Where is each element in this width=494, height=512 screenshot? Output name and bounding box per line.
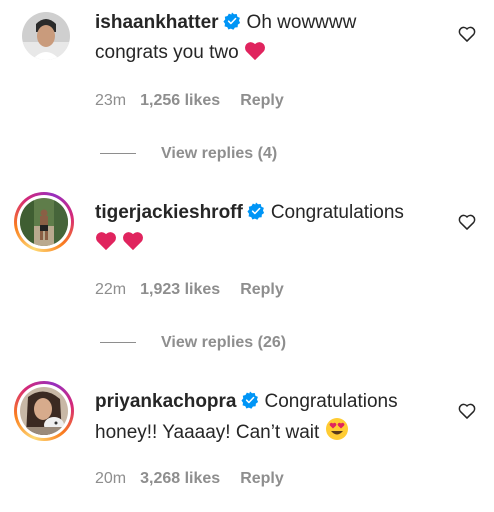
username[interactable]: tigerjackieshroff <box>95 202 243 223</box>
view-replies-button[interactable]: View replies (26) <box>100 334 286 352</box>
comment-text: ishaankhatter Oh wowwww <box>95 8 356 38</box>
likes-count[interactable]: 1,256 likes <box>140 92 220 110</box>
avatar <box>20 198 68 246</box>
comment-text: tigerjackieshroff Congratulations <box>95 198 404 228</box>
divider <box>100 153 136 155</box>
reply-button[interactable]: Reply <box>240 470 284 488</box>
heart-emoji-icon <box>96 232 116 251</box>
reply-button[interactable]: Reply <box>240 281 284 299</box>
comment-text: priyankachopra Congratulations <box>95 387 398 417</box>
verified-badge-icon <box>222 12 240 30</box>
timestamp: 22m <box>95 281 127 298</box>
comment-body: Congratulations <box>264 391 398 412</box>
avatar-ring-gap <box>17 384 71 438</box>
heart-eyes-emoji-icon <box>325 418 348 440</box>
comment-meta: 22m 1,923 likes Reply <box>95 281 284 299</box>
avatar <box>20 387 68 435</box>
avatar-story-ring[interactable] <box>14 192 74 252</box>
timestamp: 23m <box>95 92 127 109</box>
comment-body: Congratulations <box>270 202 404 223</box>
avatar-ring-gap <box>17 195 71 249</box>
avatar[interactable] <box>22 12 70 60</box>
comment-text-line2: honey!! Yaaaay! Can’t wait <box>95 417 349 448</box>
comment-text-line2: congrats you two <box>95 38 266 68</box>
heart-emoji-icon <box>123 232 144 251</box>
comment-meta: 20m 3,268 likes Reply <box>95 470 284 488</box>
like-heart-icon[interactable] <box>457 212 477 232</box>
likes-count[interactable]: 3,268 likes <box>140 470 220 488</box>
comment-body: honey!! Yaaaay! Can’t wait <box>95 422 320 443</box>
view-replies-label: View replies (4) <box>161 145 278 162</box>
like-heart-icon[interactable] <box>457 24 477 44</box>
like-heart-icon[interactable] <box>457 401 477 421</box>
comment-body: congrats you two <box>95 42 239 63</box>
reply-button[interactable]: Reply <box>240 92 284 110</box>
verified-badge-icon <box>247 202 264 220</box>
timestamp: 20m <box>95 470 127 487</box>
avatar-story-ring[interactable] <box>14 381 74 441</box>
likes-count[interactable]: 1,923 likes <box>140 281 220 299</box>
verified-badge-icon <box>240 391 258 409</box>
heart-emoji-icon <box>244 42 265 61</box>
divider <box>100 342 136 344</box>
view-replies-button[interactable]: View replies (4) <box>100 145 277 163</box>
view-replies-label: View replies (26) <box>161 334 287 351</box>
username[interactable]: priyankachopra <box>95 391 237 412</box>
username[interactable]: ishaankhatter <box>95 12 219 33</box>
comment-body: Oh wowwww <box>246 12 357 33</box>
comment-meta: 23m 1,256 likes Reply <box>95 92 284 110</box>
comment-text-line2 <box>95 228 144 258</box>
